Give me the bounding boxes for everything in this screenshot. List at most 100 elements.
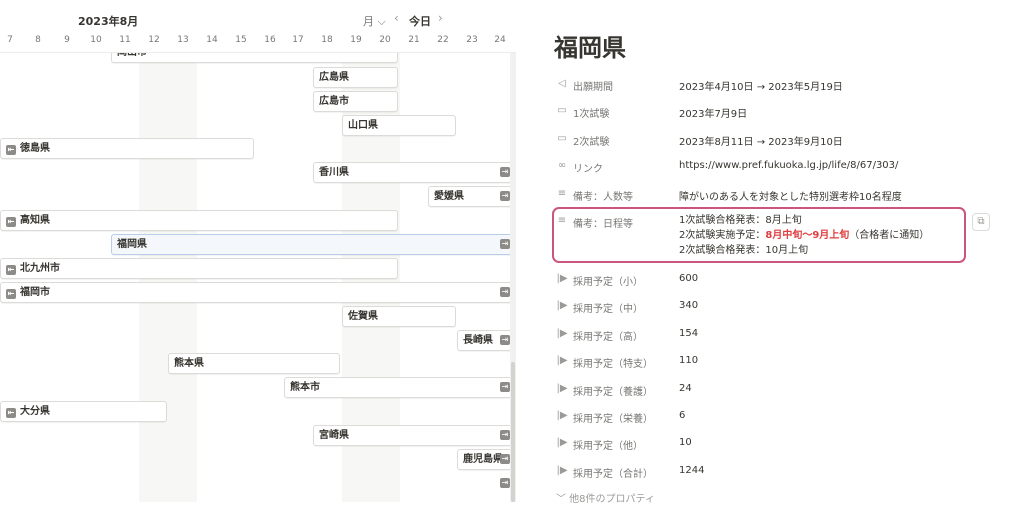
timeline-bar[interactable]: 宮崎県 (313, 425, 516, 446)
property-value[interactable]: 10 (679, 437, 692, 448)
day-label: 11 (119, 35, 131, 45)
property-value[interactable]: 154 (679, 328, 698, 339)
arrow-right-icon[interactable]: ⇥ (500, 454, 510, 464)
today-button[interactable]: 今日 (409, 13, 431, 29)
calendar-icon: ▭ (557, 133, 567, 144)
day-label: 10 (90, 35, 102, 45)
timeline-view: 岡山市 広島県 広島市 山口県 ⇤徳島県 香川県 愛媛県 ⇤高知県 福岡県 ⇤北… (0, 0, 516, 502)
number-icon: |▶ (556, 328, 568, 339)
number-icon: |▶ (556, 300, 568, 311)
arrow-right-icon[interactable]: ⇥ (500, 430, 510, 440)
zoom-select[interactable]: 月 ⌵ (363, 13, 386, 29)
day-label: 8 (35, 35, 41, 45)
chevron-right-icon[interactable]: › (438, 11, 443, 25)
property-value[interactable]: 2023年8月11日 → 2023年9月10日 (679, 133, 843, 148)
property-value[interactable]: 6 (679, 410, 685, 421)
arrow-right-icon[interactable]: ⇥ (500, 478, 510, 488)
timeline-bar[interactable]: ⇤ 福岡市 (0, 282, 516, 303)
arrow-left-icon[interactable]: ⇤ (6, 145, 16, 155)
arrow-left-icon[interactable]: ⇤ (6, 217, 16, 227)
timeline-bar[interactable]: 広島市 (313, 91, 398, 112)
property-label: 備考：日程等 (573, 219, 633, 230)
property-label: 採用予定（他） (573, 441, 643, 452)
property-row[interactable]: ≡ 備考：人数等 障がいのある人を対象とした特別選考枠10名程度 (556, 185, 968, 205)
timeline-bar-selected[interactable]: 福岡県 (111, 234, 516, 255)
property-value[interactable]: 24 (679, 383, 692, 394)
number-icon: |▶ (556, 437, 568, 448)
property-label: 採用予定（合計） (573, 469, 653, 480)
text-lines-icon: ≡ (557, 215, 567, 226)
property-value[interactable]: 2023年7月9日 (679, 105, 747, 120)
property-row[interactable]: |▶ 採用予定（栄養） 6 (556, 407, 968, 427)
property-row[interactable]: ◁ 出願期間 2023年4月10日 → 2023年5月19日 (556, 75, 968, 95)
arrow-right-icon[interactable]: ⇥ (500, 191, 510, 201)
day-label: 18 (321, 35, 333, 45)
timeline-bar[interactable]: 山口県 (342, 115, 456, 136)
property-value[interactable]: 1244 (679, 465, 704, 476)
more-properties-toggle[interactable]: ﹀ 他8件のプロパティ (556, 490, 655, 505)
property-row[interactable]: |▶ 採用予定（養護） 24 (556, 380, 968, 400)
arrow-right-icon[interactable]: ⇥ (500, 239, 510, 249)
property-label: 採用予定（養護） (573, 387, 653, 398)
arrow-left-icon[interactable]: ⇤ (6, 408, 16, 418)
arrow-right-icon[interactable]: ⇥ (500, 382, 510, 392)
property-label: 採用予定（特支） (573, 359, 653, 370)
property-row[interactable]: |▶ 採用予定（他） 10 (556, 434, 968, 454)
number-icon: |▶ (556, 410, 568, 421)
property-value[interactable]: 600 (679, 273, 698, 284)
day-label: 13 (177, 35, 189, 45)
arrow-left-icon[interactable]: ⇤ (6, 265, 16, 275)
arrow-right-icon[interactable]: ⇥ (500, 287, 510, 297)
chevron-left-icon[interactable]: ‹ (394, 11, 399, 25)
number-icon: |▶ (556, 383, 568, 394)
paper-plane-icon: ◁ (558, 78, 566, 89)
arrow-right-icon[interactable]: ⇥ (500, 335, 510, 345)
timeline-bar[interactable]: 熊本県 (168, 353, 340, 374)
note-line: 1次試験合格発表：8月上旬 (679, 215, 802, 226)
property-value[interactable]: 110 (679, 355, 698, 366)
timeline-bar[interactable]: 熊本市 (284, 377, 516, 398)
link-value[interactable]: https://www.pref.fukuoka.lg.jp/life/8/67… (679, 160, 898, 171)
day-label: 22 (437, 35, 449, 45)
day-label: 17 (292, 35, 304, 45)
timeline-bar[interactable]: ⇤ 高知県 (0, 210, 398, 231)
day-label: 15 (235, 35, 247, 45)
timeline-bar[interactable]: 香川県 (313, 162, 516, 183)
property-value[interactable]: 2023年4月10日 → 2023年5月19日 (679, 78, 843, 93)
property-label: 採用予定（中） (573, 304, 643, 315)
schedule-note-value[interactable]: 1次試験合格発表：8月上旬 2次試験実施予定：8月中旬〜9月上旬（合格者に通知）… (679, 213, 929, 258)
property-row[interactable]: ∞ リンク https://www.pref.fukuoka.lg.jp/lif… (556, 157, 968, 177)
property-value[interactable]: 340 (679, 300, 698, 311)
property-row[interactable]: |▶ 採用予定（中） 340 (556, 297, 968, 317)
property-row[interactable]: |▶ 採用予定（合計） 1244 (556, 462, 968, 482)
property-row[interactable]: |▶ 採用予定（小） 600 (556, 270, 968, 290)
property-row[interactable]: ▭ 1次試験 2023年7月9日 (556, 102, 968, 122)
arrow-right-icon[interactable]: ⇥ (500, 167, 510, 177)
property-value[interactable]: 障がいのある人を対象とした特別選考枠10名程度 (679, 188, 902, 203)
day-label: 19 (350, 35, 362, 45)
property-label: 採用予定（高） (573, 332, 643, 343)
timeline-bar[interactable]: ⇤ 北九州市 (0, 258, 398, 279)
property-label: 2次試験 (573, 137, 610, 148)
property-label: 採用予定（小） (573, 277, 643, 288)
property-row[interactable]: ▭ 2次試験 2023年8月11日 → 2023年9月10日 (556, 130, 968, 150)
property-row[interactable]: |▶ 採用予定（高） 154 (556, 325, 968, 345)
day-label: 21 (408, 35, 420, 45)
property-row[interactable]: |▶ 採用予定（特支） 110 (556, 352, 968, 372)
timeline-scrollbar[interactable] (511, 362, 515, 502)
day-label: 20 (379, 35, 391, 45)
calendar-icon: ▭ (557, 105, 567, 116)
timeline-bar[interactable]: 佐賀県 (342, 306, 456, 327)
page-title[interactable]: 福岡県 (554, 28, 626, 63)
day-label: 24 (494, 35, 506, 45)
note-line: 2次試験実施予定：8月中旬〜9月上旬（合格者に通知） (679, 230, 930, 241)
month-label: 2023年8月 (78, 15, 139, 28)
day-label: 12 (148, 35, 160, 45)
timeline-bar[interactable]: ⇤ 徳島県 (0, 138, 254, 159)
arrow-left-icon[interactable]: ⇤ (6, 289, 16, 299)
day-label: 14 (206, 35, 218, 45)
copy-icon[interactable]: ⧉ (972, 213, 990, 231)
day-label: 23 (466, 35, 478, 45)
timeline-bar[interactable]: 広島県 (313, 67, 398, 88)
timeline-bar[interactable]: ⇤ 大分県 (0, 401, 167, 422)
